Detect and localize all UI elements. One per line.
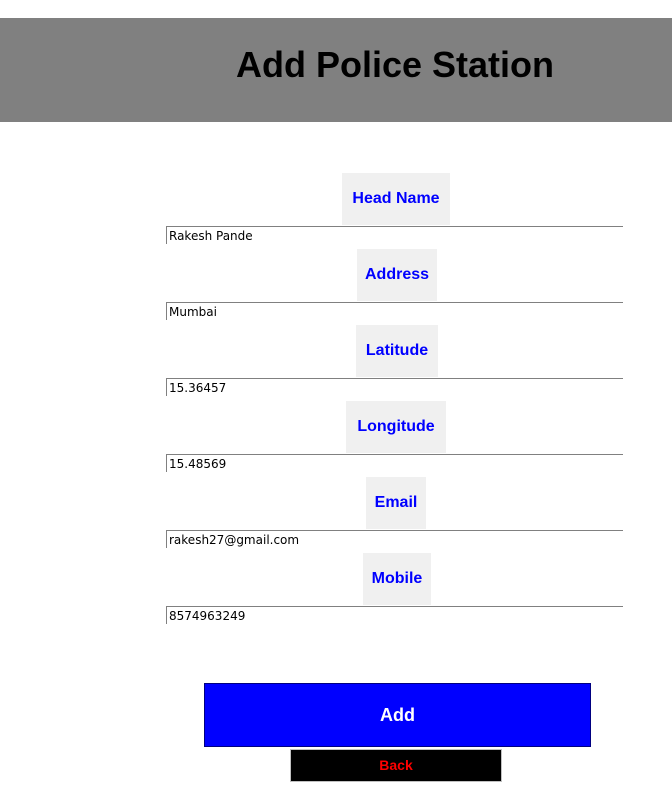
head-name-input[interactable] — [166, 226, 623, 244]
head-name-label: Head Name — [342, 173, 450, 225]
add-button[interactable]: Add — [204, 683, 591, 747]
mobile-label: Mobile — [363, 553, 431, 605]
page-title: Add Police Station — [235, 44, 555, 85]
address-label: Address — [357, 249, 437, 301]
latitude-label: Latitude — [356, 325, 438, 377]
address-input[interactable] — [166, 302, 623, 320]
longitude-input[interactable] — [166, 454, 623, 472]
latitude-input[interactable] — [166, 378, 623, 396]
longitude-label: Longitude — [346, 401, 446, 453]
back-button[interactable]: Back — [290, 749, 502, 782]
email-input[interactable] — [166, 530, 623, 548]
mobile-input[interactable] — [166, 606, 623, 624]
email-label: Email — [366, 477, 426, 529]
